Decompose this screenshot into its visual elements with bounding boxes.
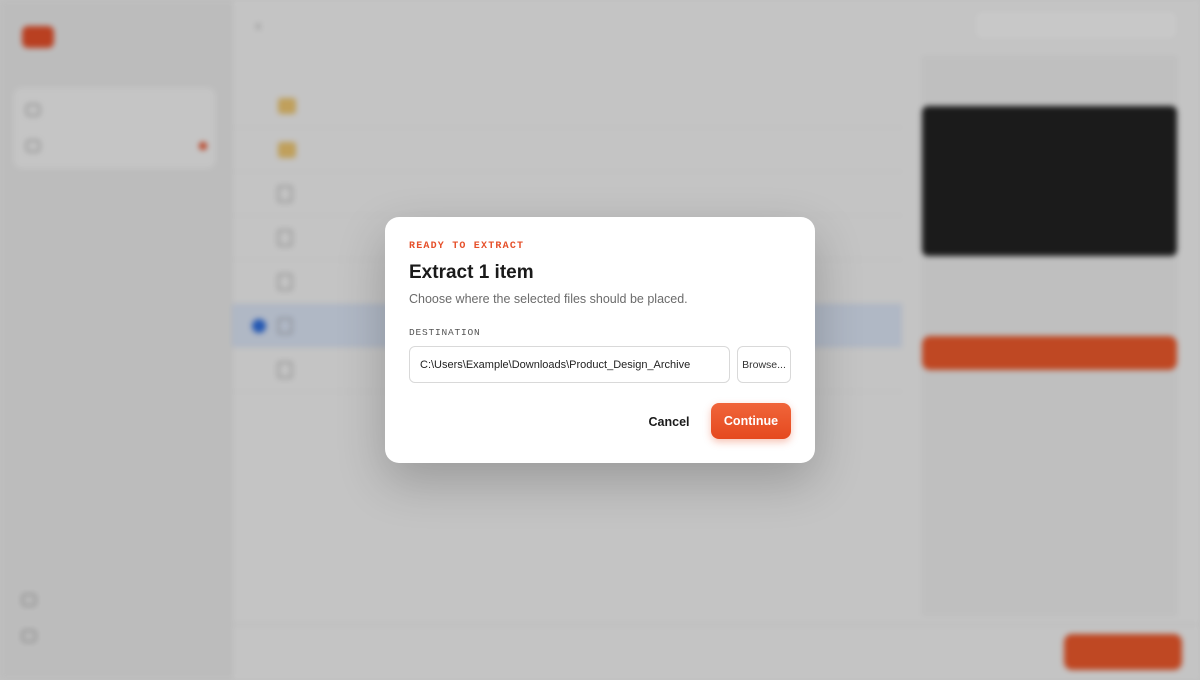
dialog-title: Extract 1 item	[409, 262, 534, 283]
continue-button[interactable]: Continue	[711, 403, 791, 439]
dialog-subtitle: Choose where the selected files should b…	[409, 292, 688, 306]
extract-dialog: READY TO EXTRACT Extract 1 item Choose w…	[385, 217, 815, 463]
browse-button[interactable]: Browse...	[737, 346, 791, 383]
dialog-eyebrow: READY TO EXTRACT	[409, 241, 525, 252]
destination-path-input[interactable]	[409, 346, 730, 383]
destination-label: DESTINATION	[409, 327, 481, 338]
cancel-button[interactable]: Cancel	[637, 404, 701, 440]
